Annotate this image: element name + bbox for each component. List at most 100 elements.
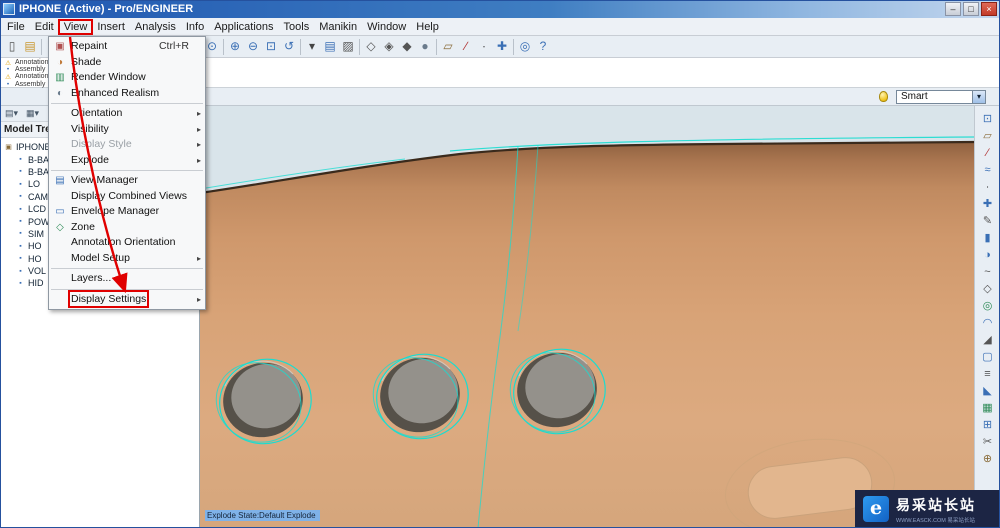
menubar-item-edit[interactable]: Edit [30, 20, 59, 34]
shade-icon: ◑ [56, 56, 64, 68]
menubar-item-file[interactable]: File [2, 20, 30, 34]
wireframe-display-icon[interactable]: ◇ [362, 38, 380, 56]
view-menu-item-envelope-manager[interactable]: ▭ Envelope Manager [49, 204, 205, 220]
menubar-item-analysis[interactable]: Analysis [130, 20, 181, 34]
title-bar: IPHONE (Active) - Pro/ENGINEER [0, 0, 1000, 18]
menubar-item-applications[interactable]: Applications [209, 20, 278, 34]
reorient-icon[interactable]: ↺ [280, 38, 298, 56]
filter-select-value: Smart [901, 91, 928, 102]
close-button[interactable]: × [981, 2, 997, 16]
menu-bar: File Edit View Insert Analysis Info Applicatio… [0, 18, 1000, 36]
sketch-tool-icon[interactable]: ✎ [979, 213, 997, 230]
assemble-component-icon[interactable]: ⊕ [979, 451, 997, 468]
open-file-icon[interactable]: ▤ [21, 38, 39, 56]
part-node-icon: ▪ [19, 168, 22, 176]
menu-item-label: Layers... [71, 272, 112, 284]
zone-icon: ◇ [56, 221, 64, 233]
datum-curve-icon[interactable]: ≈ [979, 162, 997, 179]
show-menu-button[interactable]: ▤▾ [3, 108, 20, 119]
settings-menu-button[interactable]: ▦▾ [24, 108, 41, 119]
blend-tool-icon[interactable]: ◇ [979, 281, 997, 298]
hole-tool-icon[interactable]: ◎ [979, 298, 997, 315]
menubar-item-view[interactable]: View [57, 18, 94, 35]
view-menu-item-zone[interactable]: ◇ Zone [49, 220, 205, 236]
trim-tool-icon[interactable]: ✂ [979, 434, 997, 451]
watermark-site-name: 易采站长站 [896, 496, 976, 513]
extrude-tool-icon[interactable]: ▮ [979, 230, 997, 247]
csys-toggle-icon[interactable]: ✚ [493, 38, 511, 56]
menubar-item-manikin[interactable]: Manikin [314, 20, 362, 34]
pattern-tool-icon[interactable]: ▦ [979, 400, 997, 417]
menubar-item-tools[interactable]: Tools [279, 20, 315, 34]
datum-axes-toggle-icon[interactable]: ∕ [457, 38, 475, 56]
view-menu-dropdown: ▣ Repaint Ctrl+R ◑ Shade ▥ Render Window ◐ Enhan… [48, 36, 206, 310]
info-bullet-icon: • [6, 80, 10, 88]
envelope-manager-icon: ▭ [55, 206, 65, 217]
view-menu-item-repaint[interactable]: ▣ Repaint Ctrl+R [49, 39, 205, 55]
view-menu-item-shade[interactable]: ◑ Shade [49, 55, 205, 71]
datum-axis-icon[interactable]: ∕ [979, 145, 997, 162]
view-menu-item-render-window[interactable]: ▥ Render Window [49, 70, 205, 86]
draft-tool-icon[interactable]: ◣ [979, 383, 997, 400]
no-hidden-display-icon[interactable]: ◆ [398, 38, 416, 56]
view-menu-item-display-style[interactable]: Display Style ▸ [49, 137, 205, 153]
layers-icon[interactable]: ▨ [339, 38, 357, 56]
tree-item-label: HO [28, 241, 42, 252]
part-node-icon: ▪ [19, 193, 22, 201]
notification-text: Annotation [15, 59, 49, 67]
view-menu-item-orientation[interactable]: Orientation ▸ [49, 106, 205, 122]
help-icon[interactable]: ? [534, 38, 552, 56]
view-menu-item-display-combined-views[interactable]: Display Combined Views [49, 189, 205, 205]
repaint-icon: ▣ [55, 41, 65, 52]
maximize-button[interactable]: □ [963, 2, 979, 16]
shell-tool-icon[interactable]: ▢ [979, 349, 997, 366]
revolve-tool-icon[interactable]: ◑ [979, 247, 997, 264]
zoom-in-icon[interactable]: ⊕ [226, 38, 244, 56]
chevron-down-icon[interactable]: ▾ [972, 90, 985, 103]
sweep-tool-icon[interactable]: ~ [979, 264, 997, 281]
menu-item-shortcut: Ctrl+R [158, 40, 189, 52]
rib-tool-icon[interactable]: ≡ [979, 366, 997, 383]
coordinate-system-icon[interactable]: ✚ [979, 196, 997, 213]
part-node-icon: ▪ [19, 255, 22, 263]
view-menu-item-display-settings[interactable]: Display Settings ▸ [49, 289, 205, 308]
menubar-item-info[interactable]: Info [181, 20, 209, 34]
view-manager-icon[interactable]: ▤ [321, 38, 339, 56]
filter-select[interactable]: Smart ▾ [896, 89, 986, 104]
view-menu-item-layers[interactable]: Layers... [49, 271, 205, 287]
view-menu-item-model-setup[interactable]: Model Setup ▸ [49, 251, 205, 267]
datum-points-toggle-icon[interactable]: ∙ [475, 38, 493, 56]
zoom-out-icon[interactable]: ⊖ [244, 38, 262, 56]
tree-item-label: B-BA [28, 166, 50, 177]
menu-item-label: Display Style [71, 138, 132, 150]
tree-item-label: SIM [28, 228, 45, 239]
menu-item-label: Zone [71, 220, 95, 233]
datum-planes-toggle-icon[interactable]: ▱ [439, 38, 457, 56]
refit-view-icon[interactable]: ⊡ [979, 111, 997, 128]
menubar-item-help[interactable]: Help [411, 20, 444, 34]
view-menu-item-enhanced-realism[interactable]: ◐ Enhanced Realism [49, 86, 205, 102]
view-menu-item-visibility[interactable]: Visibility ▸ [49, 122, 205, 138]
view-menu-item-view-manager[interactable]: ▤ View Manager [49, 173, 205, 189]
view-menu-item-explode[interactable]: Explode ▸ [49, 153, 205, 169]
submenu-arrow-icon: ▸ [196, 109, 201, 118]
refit-icon[interactable]: ⊡ [262, 38, 280, 56]
spin-center-icon[interactable]: ◎ [516, 38, 534, 56]
menu-item-label: Visibility [71, 122, 109, 135]
viewport-3d[interactable]: Explode State:Default Explode [200, 106, 974, 528]
view-menu-item-annotation-orientation[interactable]: Annotation Orientation [49, 235, 205, 251]
hidden-line-display-icon[interactable]: ◈ [380, 38, 398, 56]
datum-point-icon[interactable]: ∙ [979, 179, 997, 196]
minimize-button[interactable]: – [945, 2, 961, 16]
menu-item-label: Orientation [71, 107, 123, 119]
round-tool-icon[interactable]: ◠ [979, 315, 997, 332]
chamfer-tool-icon[interactable]: ◢ [979, 332, 997, 349]
datum-plane-icon[interactable]: ▱ [979, 128, 997, 145]
menubar-item-insert[interactable]: Insert [92, 20, 130, 34]
shaded-display-icon[interactable]: ● [416, 38, 434, 56]
right-feature-toolbar: ⊡ ▱ ∕ ≈ ∙ ✚ ✎ ▮ ◑ ~ ◇ ◎ ◠ ◢ ▢ ≡ ◣ ▦ ⊞ ✂ ⊕ [974, 106, 1000, 528]
menubar-item-window[interactable]: Window [362, 20, 411, 34]
saved-views-icon[interactable]: ▾ [303, 38, 321, 56]
new-file-icon[interactable]: ▯ [3, 38, 21, 56]
mirror-tool-icon[interactable]: ⊞ [979, 417, 997, 434]
